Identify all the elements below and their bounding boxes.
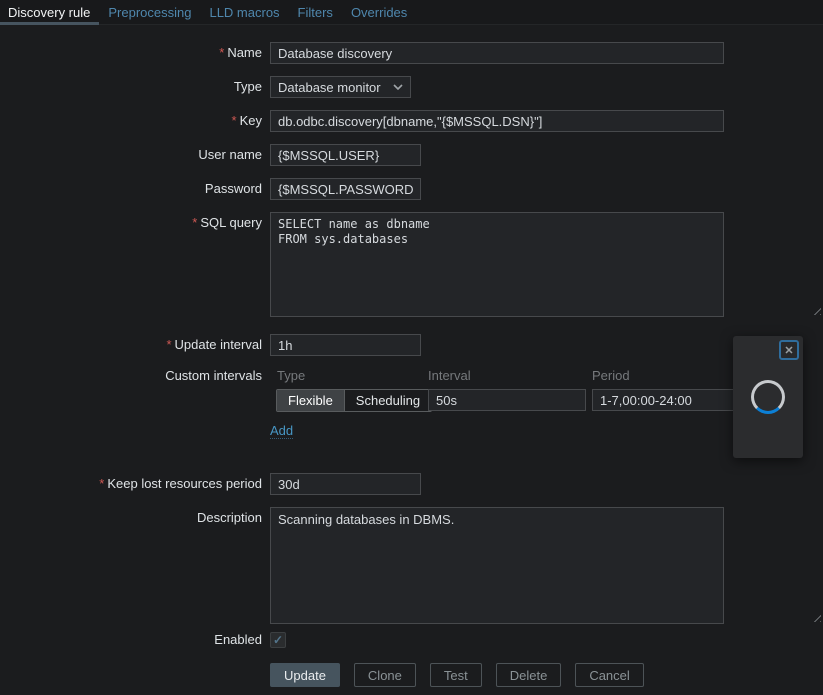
- update-interval-label: *Update interval: [0, 334, 262, 356]
- tab-lld-macros[interactable]: LLD macros: [200, 0, 288, 24]
- tab-preprocessing[interactable]: Preprocessing: [99, 0, 200, 24]
- delete-button[interactable]: Delete: [496, 663, 562, 687]
- required-asterisk: *: [192, 215, 197, 230]
- name-input[interactable]: [270, 42, 724, 64]
- username-input[interactable]: [270, 144, 421, 166]
- custom-intervals-row: Custom intervals Type Interval Period Fl…: [0, 369, 823, 439]
- username-label: User name: [0, 144, 262, 166]
- form-tab-bar: Discovery rule Preprocessing LLD macros …: [0, 0, 823, 25]
- ci-interval-input[interactable]: [428, 389, 586, 411]
- sql-query-label: *SQL query: [0, 212, 262, 234]
- resize-grip-icon[interactable]: [811, 612, 821, 622]
- ci-interval-header: Interval: [428, 369, 592, 383]
- key-label: *Key: [0, 110, 262, 132]
- enabled-checkbox[interactable]: ✓: [270, 632, 286, 648]
- name-label: *Name: [0, 42, 262, 64]
- update-button[interactable]: Update: [270, 663, 340, 687]
- keep-lost-row: *Keep lost resources period: [0, 473, 823, 495]
- type-select-value: Database monitor: [278, 80, 381, 95]
- update-interval-row: *Update interval: [0, 334, 823, 356]
- key-input[interactable]: [270, 110, 724, 132]
- add-interval-link[interactable]: Add: [270, 423, 293, 439]
- discovery-rule-form: *Name Type Database monitor *Key User na…: [0, 25, 823, 687]
- required-asterisk: *: [166, 337, 171, 352]
- type-label: Type: [0, 76, 262, 98]
- custom-intervals-label: Custom intervals: [0, 369, 262, 383]
- tab-filters[interactable]: Filters: [289, 0, 342, 24]
- tab-discovery-rule[interactable]: Discovery rule: [0, 0, 99, 24]
- description-row: Description Scanning databases in DBMS.: [0, 507, 823, 624]
- loading-spinner-icon: [751, 380, 785, 414]
- description-label: Description: [0, 507, 262, 529]
- interval-type-toggle: Flexible Scheduling: [276, 389, 432, 412]
- update-interval-input[interactable]: [270, 334, 421, 356]
- clone-button[interactable]: Clone: [354, 663, 416, 687]
- enabled-row: Enabled ✓: [0, 632, 823, 648]
- test-button[interactable]: Test: [430, 663, 482, 687]
- ci-period-input[interactable]: [592, 389, 742, 411]
- name-row: *Name: [0, 42, 823, 64]
- type-row: Type Database monitor: [0, 76, 823, 98]
- sql-query-textarea[interactable]: SELECT name as dbname FROM sys.databases: [270, 212, 724, 317]
- flexible-button[interactable]: Flexible: [277, 390, 344, 411]
- popup-close-button[interactable]: ✕: [779, 340, 799, 360]
- form-action-buttons: Update Clone Test Delete Cancel: [270, 663, 823, 687]
- password-label: Password: [0, 178, 262, 200]
- resize-grip-icon[interactable]: [811, 305, 821, 315]
- chevron-down-icon: [393, 84, 403, 90]
- cancel-button[interactable]: Cancel: [575, 663, 643, 687]
- password-row: Password: [0, 178, 823, 200]
- type-select[interactable]: Database monitor: [270, 76, 411, 98]
- key-row: *Key: [0, 110, 823, 132]
- enabled-label: Enabled: [0, 632, 262, 648]
- ci-period-header: Period: [592, 369, 744, 383]
- check-icon: ✓: [273, 634, 283, 646]
- sql-query-row: *SQL query SELECT name as dbname FROM sy…: [0, 212, 823, 317]
- keep-lost-label: *Keep lost resources period: [0, 473, 262, 495]
- username-row: User name: [0, 144, 823, 166]
- tab-overrides[interactable]: Overrides: [342, 0, 416, 24]
- scheduling-button[interactable]: Scheduling: [344, 390, 431, 411]
- loading-popup: ✕: [733, 336, 803, 458]
- close-icon: ✕: [784, 344, 793, 357]
- required-asterisk: *: [99, 476, 104, 491]
- required-asterisk: *: [232, 113, 237, 128]
- required-asterisk: *: [219, 45, 224, 60]
- password-input[interactable]: [270, 178, 421, 200]
- ci-type-header: Type: [270, 369, 428, 383]
- keep-lost-input[interactable]: [270, 473, 421, 495]
- description-textarea[interactable]: Scanning databases in DBMS.: [270, 507, 724, 624]
